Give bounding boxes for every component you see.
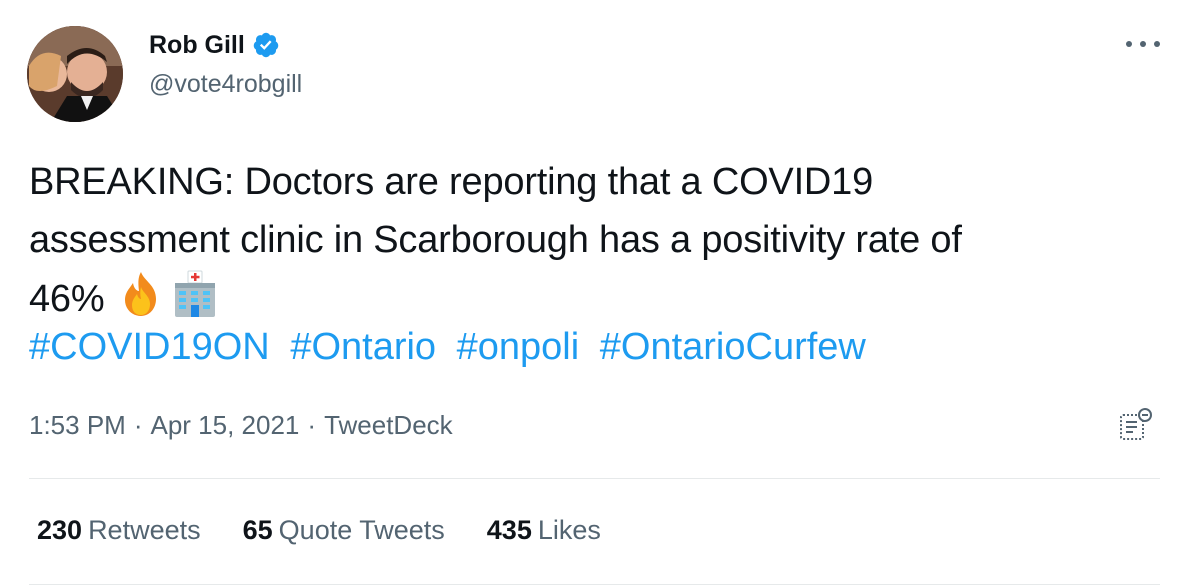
author-handle[interactable]: @vote4robgill xyxy=(149,70,302,99)
more-dot xyxy=(1126,41,1132,47)
divider xyxy=(29,584,1160,585)
tweet: Rob Gill @vote4robgill BREAKING: Doctors… xyxy=(0,0,1190,586)
likes-count: 435 xyxy=(486,515,532,545)
author-name-row[interactable]: Rob Gill xyxy=(149,28,280,62)
meta-separator: · xyxy=(307,410,317,440)
hashtag-link[interactable]: #Ontario xyxy=(290,326,436,368)
tweet-time[interactable]: 1:53 PM xyxy=(29,410,126,441)
likes-label: Likes xyxy=(537,515,601,545)
hashtag-link[interactable]: #OntarioCurfew xyxy=(600,326,866,368)
meta-separator: · xyxy=(133,410,143,440)
tweet-text: BREAKING: Doctors are reporting that a C… xyxy=(29,153,1159,328)
divider xyxy=(29,478,1160,479)
tweet-text-last-line: 46% xyxy=(29,269,1159,328)
retweets-count: 230 xyxy=(37,515,83,545)
hashtag-list: #COVID19ON #Ontario #onpoli #OntarioCurf… xyxy=(29,321,876,373)
tweet-source[interactable]: TweetDeck xyxy=(324,410,453,441)
likes-stat[interactable]: 435 Likes xyxy=(487,515,601,546)
tweet-stats: 230 Retweets 65 Quote Tweets 435 Likes xyxy=(37,515,643,546)
more-dot xyxy=(1154,41,1160,47)
verified-badge-icon xyxy=(252,31,280,59)
retweets-stat[interactable]: 230 Retweets xyxy=(37,515,201,546)
tweet-meta: 1:53 PM · Apr 15, 2021 · TweetDeck xyxy=(29,410,453,441)
hospital-emoji-icon xyxy=(170,269,220,319)
quote-tweets-stat[interactable]: 65 Quote Tweets xyxy=(243,515,445,546)
tweet-text-line: assessment clinic in Scarborough has a p… xyxy=(29,219,962,261)
analytics-icon[interactable] xyxy=(1118,407,1154,443)
hashtag-link[interactable]: #COVID19ON xyxy=(29,326,270,368)
more-icon[interactable] xyxy=(1126,32,1160,56)
hashtag-link[interactable]: #onpoli xyxy=(457,326,580,368)
tweet-text-line: BREAKING: Doctors are reporting that a C… xyxy=(29,161,874,203)
retweets-label: Retweets xyxy=(88,515,201,545)
tweet-text-line: 46% xyxy=(29,278,105,320)
fire-emoji-icon xyxy=(116,269,166,319)
tweet-date[interactable]: Apr 15, 2021 xyxy=(151,410,300,441)
avatar[interactable] xyxy=(27,26,123,122)
quote-tweets-count: 65 xyxy=(242,515,273,545)
more-dot xyxy=(1140,41,1146,47)
author-display-name[interactable]: Rob Gill xyxy=(149,31,245,60)
quote-tweets-label: Quote Tweets xyxy=(278,515,445,545)
